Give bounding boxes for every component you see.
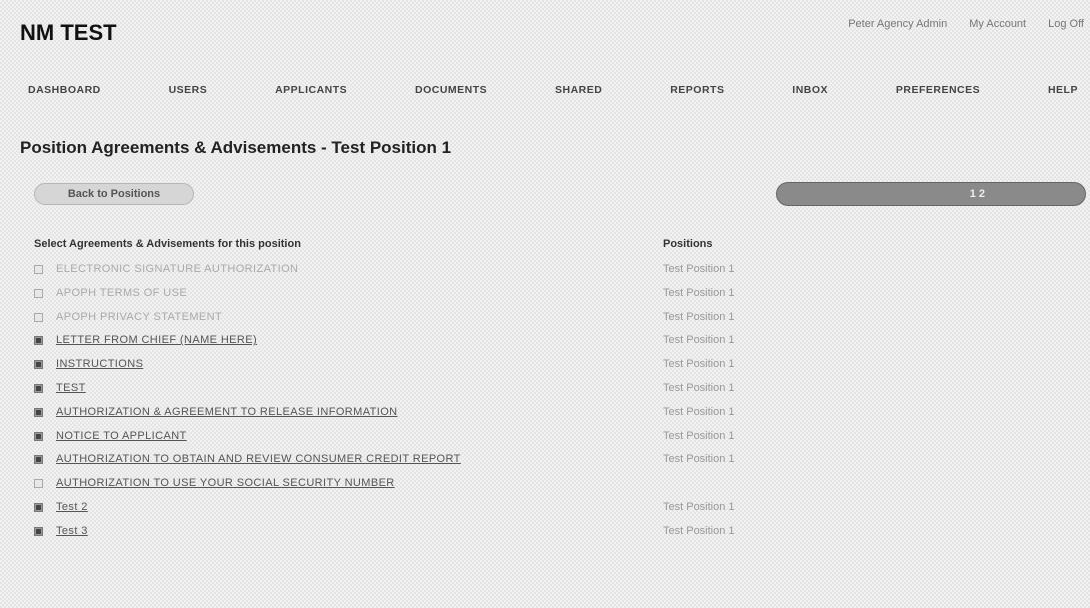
position-label: Test Position 1 [663, 429, 735, 442]
agreement-checkbox[interactable] [34, 479, 43, 489]
agreement-link[interactable]: AUTHORIZATION TO OBTAIN AND REVIEW CONSU… [56, 453, 461, 465]
app-title: NM TEST [20, 20, 117, 45]
list-item: AUTHORIZATION TO USE YOUR SOCIAL SECURIT… [34, 474, 1074, 498]
list-item: AUTHORIZATION & AGREEMENT TO RELEASE INF… [34, 403, 1074, 427]
list-item: APOPH PRIVACY STATEMENT Test Position 1 [34, 308, 1074, 332]
list-item: Test 2 Test Position 1 [34, 498, 1074, 522]
position-label: Test Position 1 [663, 381, 735, 394]
agreement-checkbox[interactable] [34, 455, 43, 465]
position-label: Test Position 1 [663, 334, 735, 347]
list-item: TEST Test Position 1 [34, 379, 1074, 403]
pagination-button[interactable]: 1 2 [776, 182, 1086, 206]
agreement-checkbox[interactable] [34, 502, 43, 512]
position-label: Test Position 1 [663, 453, 735, 466]
agreement-checkbox[interactable] [34, 336, 43, 346]
agreement-checkbox[interactable] [34, 288, 43, 298]
agreement-link[interactable]: ELECTRONIC SIGNATURE AUTHORIZATION [56, 263, 298, 275]
agreements-list: ELECTRONIC SIGNATURE AUTHORIZATION Test … [34, 260, 1074, 546]
agreement-link[interactable]: LETTER FROM CHIEF (NAME HERE) [56, 334, 257, 346]
log-off-link[interactable]: Log Off [1048, 18, 1084, 30]
list-item: INSTRUCTIONS Test Position 1 [34, 355, 1074, 379]
page-title: Position Agreements & Advisements - Test… [20, 138, 452, 157]
position-label: Test Position 1 [663, 263, 735, 275]
agreement-checkbox[interactable] [34, 312, 43, 322]
agreement-link[interactable]: Test 2 [56, 501, 88, 513]
agreement-link[interactable]: AUTHORIZATION & AGREEMENT TO RELEASE INF… [56, 406, 398, 418]
position-label: Test Position 1 [663, 500, 735, 513]
nav-shared[interactable]: SHARED [555, 84, 602, 96]
position-label: Test Position 1 [663, 405, 735, 418]
list-item: APOPH TERMS OF USE Test Position 1 [34, 284, 1074, 308]
agreement-checkbox[interactable] [34, 407, 43, 417]
top-bar: Peter Agency Admin My Account Log Off [848, 18, 1084, 30]
agreement-link[interactable]: TEST [56, 382, 86, 394]
agreement-link[interactable]: INSTRUCTIONS [56, 358, 143, 370]
nav-inbox[interactable]: INBOX [792, 84, 828, 96]
positions-column-header: Positions [663, 238, 713, 250]
list-item: LETTER FROM CHIEF (NAME HERE) Test Posit… [34, 331, 1074, 355]
agreement-checkbox[interactable] [34, 383, 43, 393]
nav-documents[interactable]: DOCUMENTS [415, 84, 487, 96]
agreement-link[interactable]: Test 3 [56, 525, 88, 537]
nav-preferences[interactable]: PREFERENCES [896, 84, 980, 96]
nav-dashboard[interactable]: DASHBOARD [28, 84, 101, 96]
nav-reports[interactable]: REPORTS [670, 84, 724, 96]
agreement-checkbox[interactable] [34, 360, 43, 370]
list-item: ELECTRONIC SIGNATURE AUTHORIZATION Test … [34, 260, 1074, 284]
list-item: AUTHORIZATION TO OBTAIN AND REVIEW CONSU… [34, 450, 1074, 474]
agreement-checkbox[interactable] [34, 431, 43, 441]
agreement-link[interactable]: APOPH TERMS OF USE [56, 287, 187, 299]
position-label: Test Position 1 [663, 358, 735, 371]
user-name-link[interactable]: Peter Agency Admin [848, 18, 947, 30]
agreement-link[interactable]: AUTHORIZATION TO USE YOUR SOCIAL SECURIT… [56, 477, 395, 489]
list-item: Test 3 Test Position 1 [34, 522, 1074, 546]
agreement-link[interactable]: APOPH PRIVACY STATEMENT [56, 311, 222, 323]
position-label: Test Position 1 [663, 286, 735, 299]
main-nav: DASHBOARD USERS APPLICANTS DOCUMENTS SHA… [28, 84, 1078, 96]
nav-users[interactable]: USERS [169, 84, 208, 96]
agreement-link[interactable]: NOTICE TO APPLICANT [56, 430, 187, 442]
my-account-link[interactable]: My Account [969, 18, 1026, 30]
nav-help[interactable]: HELP [1048, 84, 1078, 96]
nav-applicants[interactable]: APPLICANTS [275, 84, 347, 96]
list-item: NOTICE TO APPLICANT Test Position 1 [34, 427, 1074, 451]
agreement-checkbox[interactable] [34, 526, 43, 536]
back-to-positions-button[interactable]: Back to Positions [34, 183, 194, 205]
agreements-column-header: Select Agreements & Advisements for this… [34, 238, 301, 250]
position-label: Test Position 1 [663, 524, 735, 537]
agreement-checkbox[interactable] [34, 265, 43, 274]
position-label: Test Position 1 [663, 310, 735, 323]
